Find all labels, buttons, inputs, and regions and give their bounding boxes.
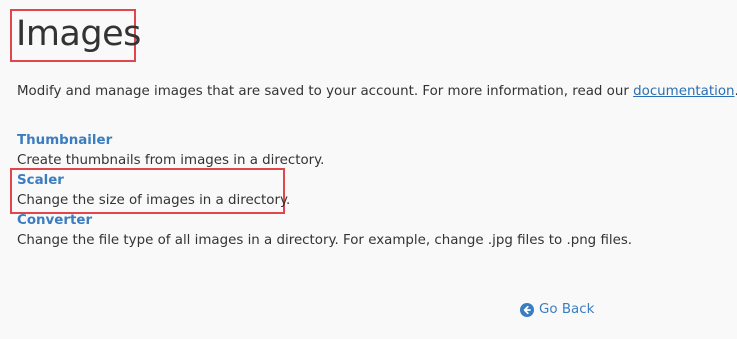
intro-description: Modify and manage images that are saved … [17,84,634,99]
go-back-label: Go Back [539,302,595,317]
thumbnailer-link[interactable]: Thumbnailer [17,131,324,151]
documentation-link[interactable]: documentation [633,84,734,99]
converter-description: Change the file type of all images in a … [17,233,633,248]
arrow-circle-left-icon [520,303,534,317]
intro-text: Modify and manage images that are saved … [17,82,737,102]
tool-scaler: Scaler Change the size of images in a di… [17,171,290,211]
scaler-link[interactable]: Scaler [17,171,290,191]
converter-link[interactable]: Converter [17,211,632,231]
images-page: Images Modify and manage images that are… [0,0,737,339]
scaler-description: Change the size of images in a directory… [17,193,291,208]
page-title: Images [16,14,141,54]
go-back-link[interactable]: Go Back [520,300,594,320]
tool-thumbnailer: Thumbnailer Create thumbnails from image… [17,131,324,171]
tool-converter: Converter Change the file type of all im… [17,211,632,251]
